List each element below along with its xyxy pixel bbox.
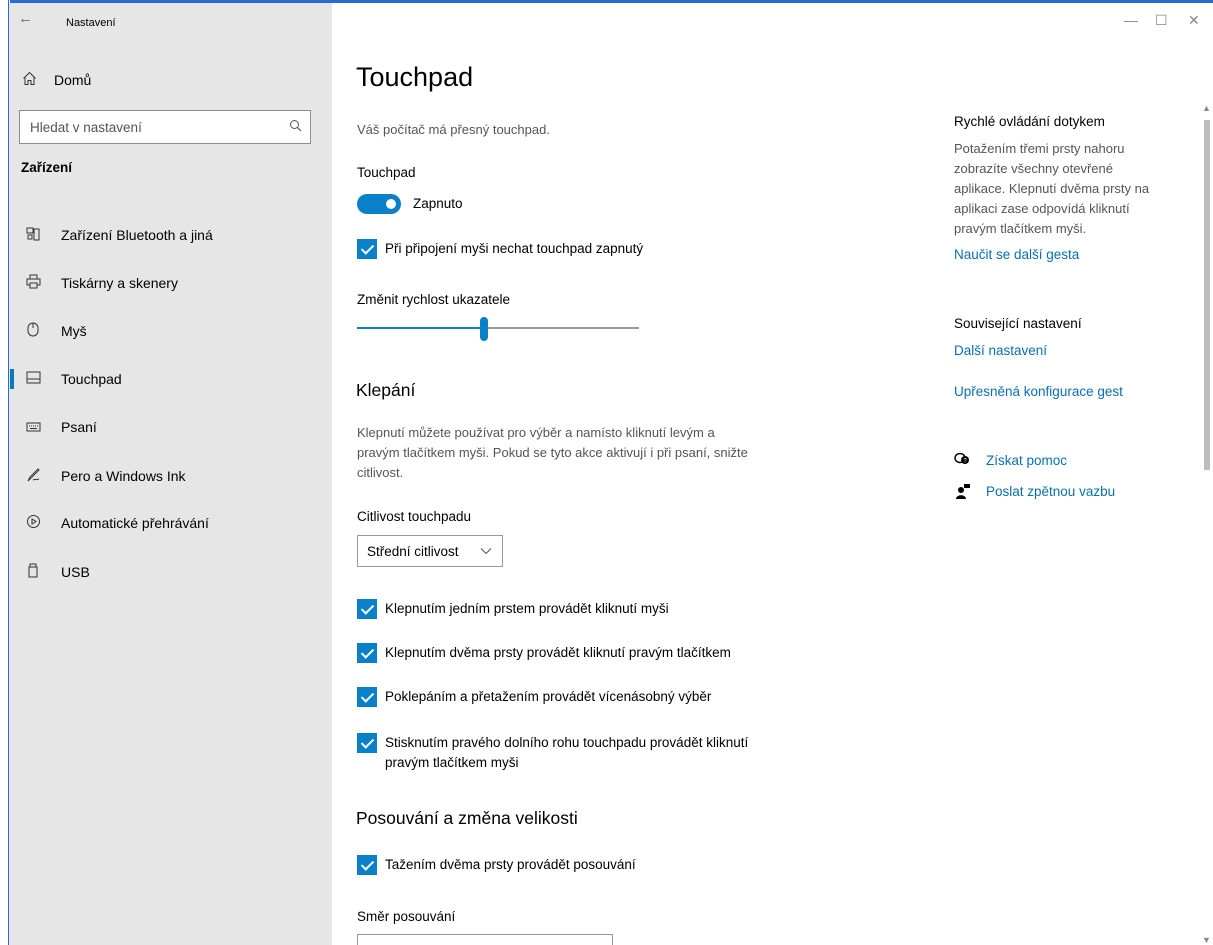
touchpad-label: Touchpad bbox=[357, 165, 416, 180]
touchpad-toggle[interactable] bbox=[357, 194, 401, 214]
sidebar-section-title: Zařízení bbox=[21, 160, 73, 175]
tapping-description-line3: citlivost. bbox=[357, 465, 404, 480]
sidebar-item-label: Psaní bbox=[61, 419, 97, 435]
maximize-button[interactable]: ☐ bbox=[1155, 12, 1168, 29]
tapping-heading: Klepání bbox=[356, 380, 416, 400]
slider-thumb[interactable] bbox=[480, 317, 488, 341]
sensitivity-value: Střední citlivost bbox=[367, 543, 459, 559]
touchpad-icon bbox=[23, 371, 43, 387]
sidebar-item-bluetooth[interactable]: Zařízení Bluetooth a jiná bbox=[9, 215, 332, 255]
two-finger-scroll-checkbox[interactable]: Tažením dvěma prsty provádět posouvání bbox=[357, 855, 636, 875]
checkbox-label: Při připojení myši nechat touchpad zapnu… bbox=[385, 241, 644, 256]
vertical-scrollbar[interactable]: ▲ ▼ bbox=[1200, 103, 1213, 945]
checkbox-label-line1: Stisknutím pravého dolního rohu touchpad… bbox=[385, 735, 749, 750]
usb-icon bbox=[23, 563, 43, 581]
search-input[interactable]: Hledat v nastavení bbox=[19, 110, 311, 144]
tapping-description-line1: Klepnutí můžete používat pro výběr a nam… bbox=[357, 425, 715, 440]
sensitivity-select[interactable]: Střední citlivost bbox=[357, 535, 503, 567]
checkbox-checked[interactable] bbox=[357, 687, 377, 707]
pen-icon bbox=[23, 467, 43, 485]
sidebar-item-label: Pero a Windows Ink bbox=[61, 468, 186, 484]
home-icon bbox=[22, 71, 42, 90]
more-settings-link[interactable]: Další nastavení bbox=[954, 343, 1047, 358]
send-feedback-link[interactable]: Poslat zpětnou vazbu bbox=[986, 484, 1115, 499]
checkbox-checked[interactable] bbox=[357, 855, 377, 875]
checkbox-label-line2: pravým tlačítkem myši bbox=[385, 755, 519, 770]
autoplay-icon bbox=[23, 514, 43, 532]
page-subtitle: Váš počítač má přesný touchpad. bbox=[357, 122, 550, 137]
single-tap-checkbox[interactable]: Klepnutím jedním prstem provádět kliknut… bbox=[357, 599, 669, 619]
quick-touch-line1: Potažením třemi prsty nahoru bbox=[954, 141, 1125, 156]
scroll-up-icon[interactable]: ▲ bbox=[1202, 103, 1211, 113]
page-title: Touchpad bbox=[356, 62, 474, 92]
scroll-direction-select[interactable] bbox=[357, 934, 613, 945]
chevron-down-icon bbox=[480, 544, 502, 558]
scroll-heading: Posouvání a změna velikosti bbox=[356, 808, 578, 828]
checkbox-label: Stisknutím pravého dolního rohu touchpad… bbox=[385, 733, 748, 773]
corner-press-checkbox[interactable]: Stisknutím pravého dolního rohu touchpad… bbox=[357, 733, 748, 773]
scroll-direction-label: Směr posouvání bbox=[357, 909, 456, 924]
sidebar-item-label: Zařízení Bluetooth a jiná bbox=[61, 227, 213, 243]
checkbox-checked[interactable] bbox=[357, 599, 377, 619]
quick-touch-line5: pravým tlačítkem myši. bbox=[954, 221, 1087, 236]
quick-touch-line2: zobrazíte všechny otevřené bbox=[954, 161, 1113, 176]
checkbox-label: Klepnutím dvěma prsty provádět kliknutí … bbox=[385, 645, 731, 660]
sensitivity-label: Citlivost touchpadu bbox=[357, 509, 472, 524]
sidebar-item-autoplay[interactable]: Automatické přehrávání bbox=[9, 503, 332, 543]
home-nav[interactable]: Domů bbox=[22, 70, 91, 90]
sidebar-item-usb[interactable]: USB bbox=[9, 552, 332, 592]
back-icon[interactable]: ← bbox=[18, 10, 33, 27]
mouse-icon bbox=[23, 322, 43, 340]
sidebar-item-mouse[interactable]: Myš bbox=[9, 311, 332, 351]
sidebar-item-label: Myš bbox=[61, 323, 87, 339]
keyboard-icon bbox=[23, 419, 43, 435]
get-help-link[interactable]: Získat pomoc bbox=[986, 453, 1067, 468]
double-tap-drag-checkbox[interactable]: Poklepáním a přetažením provádět vícenás… bbox=[357, 687, 711, 707]
quick-touch-line4: aplikaci zase odpovídá kliknutí bbox=[954, 201, 1130, 216]
checkbox-label: Poklepáním a přetažením provádět vícenás… bbox=[385, 689, 712, 704]
checkbox-checked[interactable] bbox=[357, 733, 377, 753]
sidebar-item-label: Automatické přehrávání bbox=[61, 515, 209, 531]
quick-touch-title: Rychlé ovládání dotykem bbox=[954, 114, 1105, 129]
help-icon: ? bbox=[954, 452, 970, 471]
pointer-speed-slider[interactable] bbox=[357, 317, 639, 341]
minimize-button[interactable]: — bbox=[1124, 12, 1138, 28]
feedback-icon bbox=[956, 484, 970, 505]
sidebar-item-touchpad[interactable]: Touchpad bbox=[9, 359, 332, 399]
checkbox-label: Klepnutím jedním prstem provádět kliknut… bbox=[385, 601, 669, 616]
scrollbar-thumb[interactable] bbox=[1204, 120, 1210, 470]
search-placeholder: Hledat v nastavení bbox=[30, 119, 142, 135]
sidebar-item-label: USB bbox=[61, 564, 90, 580]
window-title: Nastavení bbox=[66, 17, 116, 29]
printer-icon bbox=[23, 274, 43, 292]
keep-on-checkbox[interactable]: Při připojení myši nechat touchpad zapnu… bbox=[357, 239, 643, 259]
search-icon[interactable] bbox=[282, 119, 310, 135]
tapping-description-line2: pravým tlačítkem myši. Pokud se tyto akc… bbox=[357, 445, 748, 460]
bluetooth-devices-icon bbox=[23, 227, 43, 244]
sidebar-item-typing[interactable]: Psaní bbox=[9, 407, 332, 447]
sidebar-item-label: Tiskárny a skenery bbox=[61, 275, 178, 291]
scroll-down-icon[interactable]: ▼ bbox=[1202, 935, 1211, 945]
sidebar-item-pen[interactable]: Pero a Windows Ink bbox=[9, 456, 332, 496]
home-label: Domů bbox=[54, 72, 92, 88]
toggle-state: Zapnuto bbox=[413, 196, 463, 211]
checkbox-checked[interactable] bbox=[357, 239, 377, 259]
pointer-speed-label: Změnit rychlost ukazatele bbox=[357, 292, 511, 307]
checkbox-label: Tažením dvěma prsty provádět posouvání bbox=[385, 857, 636, 872]
close-button[interactable]: ✕ bbox=[1188, 12, 1200, 29]
advanced-gestures-link[interactable]: Upřesněná konfigurace gest bbox=[954, 384, 1123, 399]
sidebar-item-printers[interactable]: Tiskárny a skenery bbox=[9, 263, 332, 303]
sidebar-item-label: Touchpad bbox=[61, 371, 122, 387]
quick-touch-line3: aplikace. Klepnutí dvěma prsty na bbox=[954, 181, 1150, 196]
learn-more-gestures-link[interactable]: Naučit se další gesta bbox=[954, 247, 1079, 262]
related-settings-title: Související nastavení bbox=[954, 316, 1082, 331]
checkbox-checked[interactable] bbox=[357, 643, 377, 663]
two-finger-tap-checkbox[interactable]: Klepnutím dvěma prsty provádět kliknutí … bbox=[357, 643, 731, 663]
